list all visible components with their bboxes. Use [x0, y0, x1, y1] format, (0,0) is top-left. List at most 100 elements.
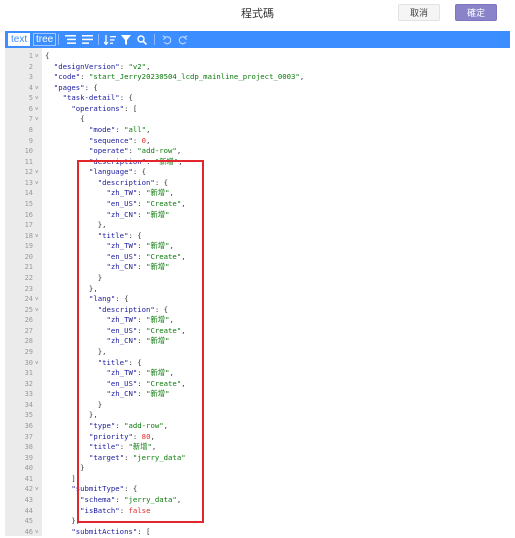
- line-number: 42: [24, 485, 33, 494]
- line-number: 45: [24, 517, 33, 526]
- compact-icon[interactable]: [80, 31, 94, 48]
- line-number: 38: [24, 443, 33, 452]
- line-number: 21: [24, 263, 33, 272]
- code-line: }: [45, 272, 103, 282]
- fold-toggle-icon[interactable]: ˅: [35, 168, 39, 178]
- code-line: {: [45, 114, 85, 124]
- line-number: 43: [24, 495, 33, 504]
- code-line: "zh_TW": "新增",: [106, 188, 174, 198]
- line-number: 10: [24, 147, 33, 156]
- fold-toggle-icon[interactable]: ˅: [35, 485, 39, 495]
- line-number-gutter: 1 ˅ 2 3 4 ˅ 5 ˅ 6 ˅ 7 ˅ 8 9 10 11 12 ˅ 13 ˅ 14 15 16 17 18 ˅ 19 20 2…: [5, 48, 42, 536]
- fold-toggle-icon[interactable]: ˅: [35, 94, 39, 104]
- format-icon[interactable]: [63, 31, 77, 48]
- code-line: },: [45, 410, 98, 420]
- code-line: "en_US": "Create",: [106, 198, 186, 208]
- fold-toggle-icon[interactable]: ˅: [35, 115, 39, 125]
- line-number: 26: [24, 316, 33, 325]
- code-line: "type": "add-row",: [88, 420, 169, 430]
- line-number: 39: [24, 453, 33, 462]
- line-number: 18: [24, 231, 33, 240]
- code-line: }: [45, 399, 103, 409]
- line-number: 16: [24, 210, 33, 219]
- line-number: 46: [24, 527, 33, 536]
- code-line: "en_US": "Create",: [106, 325, 186, 335]
- code-line: "operate": "add-row",: [88, 146, 182, 156]
- line-number: 34: [24, 400, 33, 409]
- line-number: 11: [24, 157, 33, 166]
- fold-toggle-icon[interactable]: ˅: [35, 232, 39, 242]
- fold-toggle-icon[interactable]: ˅: [35, 295, 39, 305]
- line-number: 37: [24, 432, 33, 441]
- toolbar-divider: [98, 34, 99, 45]
- line-number: 25: [24, 305, 33, 314]
- code-line: "title": {: [97, 230, 142, 240]
- line-number: 6: [28, 104, 33, 113]
- code-line: },: [45, 220, 107, 230]
- line-number: 41: [24, 474, 33, 483]
- line-number: 4: [28, 83, 33, 92]
- code-line: "description": {: [97, 304, 169, 314]
- filter-icon[interactable]: [119, 31, 133, 48]
- fold-toggle-icon[interactable]: ˅: [35, 528, 39, 538]
- line-number: 22: [24, 273, 33, 282]
- fold-toggle-icon[interactable]: ˅: [35, 52, 39, 62]
- line-number: 12: [24, 168, 33, 177]
- line-number: 19: [24, 242, 33, 251]
- code-line: "zh_TW": "新增",: [106, 368, 174, 378]
- code-line: "operations": [: [71, 103, 138, 113]
- line-number: 15: [24, 199, 33, 208]
- undo-icon[interactable]: [160, 31, 174, 48]
- fold-toggle-icon[interactable]: ˅: [35, 84, 39, 94]
- code-line: "task-detail": {: [62, 93, 133, 103]
- line-number: 3: [28, 73, 33, 82]
- line-number: 40: [24, 464, 33, 473]
- code-line: "title": "新增",: [88, 442, 157, 452]
- code-line: },: [45, 283, 98, 293]
- search-icon[interactable]: [135, 31, 149, 48]
- code-line: "zh_TW": "新增",: [106, 315, 174, 325]
- line-number: 2: [28, 62, 33, 71]
- confirm-button[interactable]: 確定: [455, 4, 497, 21]
- toolbar-divider: [58, 34, 59, 45]
- code-line: "sequence": 0,: [88, 135, 151, 145]
- fold-toggle-icon[interactable]: ˅: [35, 359, 39, 369]
- line-number: 35: [24, 411, 33, 420]
- code-line: "zh_CN": "新增": [106, 336, 170, 346]
- line-number: 8: [28, 125, 33, 134]
- line-number: 1: [28, 52, 33, 60]
- fold-toggle-icon[interactable]: ˅: [35, 306, 39, 316]
- code-line: "zh_TW": "新增",: [106, 241, 174, 251]
- fold-toggle-icon[interactable]: ˅: [35, 105, 39, 115]
- line-number: 30: [24, 358, 33, 367]
- line-number: 17: [24, 221, 33, 230]
- fold-toggle-icon[interactable]: ˅: [35, 179, 39, 189]
- line-number: 23: [24, 284, 33, 293]
- code-line: "en_US": "Create",: [106, 378, 186, 388]
- line-number: 31: [24, 369, 33, 378]
- code-line: "zh_CN": "新增": [106, 209, 170, 219]
- line-number: 5: [28, 94, 33, 103]
- code-line: "language": {: [88, 167, 147, 177]
- redo-icon[interactable]: [176, 31, 190, 48]
- line-number: 28: [24, 337, 33, 346]
- code-line: },: [45, 516, 81, 526]
- line-number: 33: [24, 390, 33, 399]
- line-number: 20: [24, 252, 33, 261]
- line-number: 27: [24, 326, 33, 335]
- code-line: "designVersion": "v2",: [53, 61, 151, 71]
- code-line: "zh_CN": "新增": [106, 389, 170, 399]
- code-line: "target": "jerry_data": [88, 452, 186, 462]
- json-editor[interactable]: 1 ˅ 2 3 4 ˅ 5 ˅ 6 ˅ 7 ˅ 8 9 10 11 12 ˅ 13 ˅ 14 15 16 17 18 ˅ 19 20 2…: [5, 48, 510, 536]
- code-line: "en_US": "Create",: [106, 251, 186, 261]
- line-number: 7: [28, 115, 33, 124]
- code-line: "lang": {: [88, 294, 129, 304]
- mode-tree-button[interactable]: tree: [33, 33, 57, 46]
- mode-text-button[interactable]: text: [8, 33, 31, 46]
- code-line: {: [45, 51, 50, 60]
- code-line: },: [45, 346, 107, 356]
- code-line: "mode": "all",: [88, 124, 151, 134]
- cancel-button[interactable]: 取消: [398, 4, 440, 21]
- code-line: "schema": "jerry_data",: [80, 494, 182, 504]
- sort-icon[interactable]: [103, 31, 117, 48]
